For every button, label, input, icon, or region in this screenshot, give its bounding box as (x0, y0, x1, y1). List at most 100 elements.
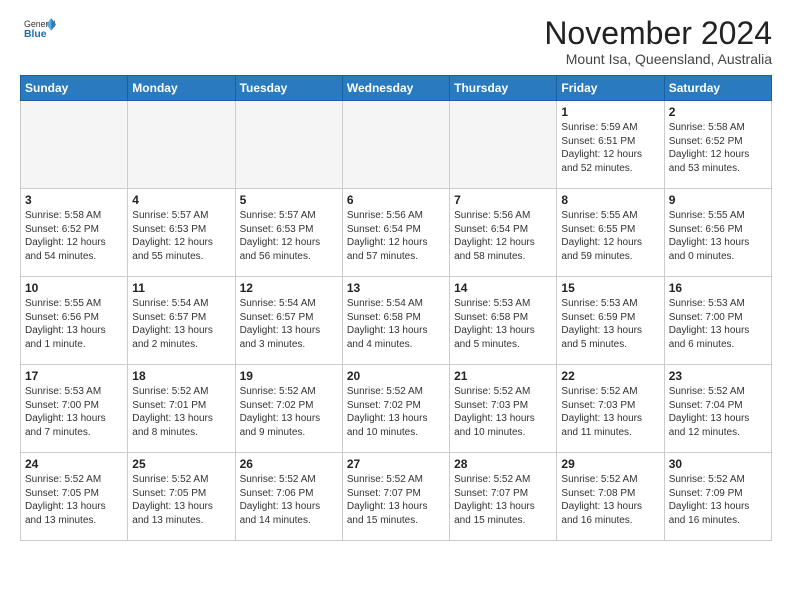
header-saturday: Saturday (664, 76, 771, 101)
calendar-week-row: 1 Sunrise: 5:59 AMSunset: 6:51 PMDaylight… (21, 101, 772, 189)
day-number: 9 (669, 193, 767, 207)
table-row: 8Sunrise: 5:55 AMSunset: 6:55 PMDaylight… (557, 189, 664, 277)
day-number: 22 (561, 369, 659, 383)
day-info: Sunrise: 5:57 AMSunset: 6:53 PMDaylight:… (240, 209, 338, 263)
table-row: 22 Sunrise: 5:52 AMSunset: 7:03 PMDayligh… (557, 365, 664, 453)
day-number: 27 (347, 457, 445, 471)
day-info: Sunrise: 5:52 AMSunset: 7:08 PMDaylight:… (561, 473, 659, 527)
calendar-subtitle: Mount Isa, Queensland, Australia (544, 51, 772, 67)
day-info: Sunrise: 5:53 AMSunset: 6:58 PMDaylight:… (454, 297, 552, 351)
header-monday: Monday (128, 76, 235, 101)
day-number: 29 (561, 457, 659, 471)
table-row: 21Sunrise: 5:52 AMSunset: 7:03 PMDayligh… (450, 365, 557, 453)
day-number: 13 (347, 281, 445, 295)
day-info: Sunrise: 5:58 AMSunset: 6:52 PMDaylight:… (669, 121, 767, 175)
day-number: 11 (132, 281, 230, 295)
table-row: 16 Sunrise: 5:53 AMSunset: 7:00 PMDayligh… (664, 277, 771, 365)
table-row: 1 Sunrise: 5:59 AMSunset: 6:51 PMDaylight… (557, 101, 664, 189)
table-row: 15 Sunrise: 5:53 AMSunset: 6:59 PMDayligh… (557, 277, 664, 365)
day-number: 14 (454, 281, 552, 295)
day-info: Sunrise: 5:52 AMSunset: 7:07 PMDaylight:… (454, 473, 552, 527)
weekday-header-row: Sunday Monday Tuesday Wednesday Thursday… (21, 76, 772, 101)
day-number: 4 (132, 193, 230, 207)
header-tuesday: Tuesday (235, 76, 342, 101)
day-number: 10 (25, 281, 123, 295)
table-row (450, 101, 557, 189)
day-info: Sunrise: 5:58 AMSunset: 6:52 PMDaylight:… (25, 209, 123, 263)
table-row: 9 Sunrise: 5:55 AMSunset: 6:56 PMDaylight… (664, 189, 771, 277)
table-row: 29 Sunrise: 5:52 AMSunset: 7:08 PMDayligh… (557, 453, 664, 541)
table-row (21, 101, 128, 189)
day-info: Sunrise: 5:55 AMSunset: 6:55 PMDaylight:… (561, 209, 659, 263)
logo-icon: General Blue (24, 16, 56, 44)
title-block: November 2024 Mount Isa, Queensland, Aus… (544, 16, 772, 67)
table-row: 18 Sunrise: 5:52 AMSunset: 7:01 PMDayligh… (128, 365, 235, 453)
day-info: Sunrise: 5:52 AMSunset: 7:02 PMDaylight:… (240, 385, 338, 439)
svg-text:Blue: Blue (24, 29, 47, 40)
day-info: Sunrise: 5:52 AMSunset: 7:05 PMDaylight:… (132, 473, 230, 527)
day-info: Sunrise: 5:52 AMSunset: 7:03 PMDaylight:… (561, 385, 659, 439)
table-row (342, 101, 449, 189)
day-info: Sunrise: 5:54 AMSunset: 6:58 PMDaylight:… (347, 297, 445, 351)
day-number: 6 (347, 193, 445, 207)
day-info: Sunrise: 5:52 AMSunset: 7:04 PMDaylight:… (669, 385, 767, 439)
day-number: 25 (132, 457, 230, 471)
day-info: Sunrise: 5:52 AMSunset: 7:07 PMDaylight:… (347, 473, 445, 527)
day-number: 24 (25, 457, 123, 471)
table-row: 10 Sunrise: 5:55 AMSunset: 6:56 PMDayligh… (21, 277, 128, 365)
day-number: 18 (132, 369, 230, 383)
day-info: Sunrise: 5:53 AMSunset: 7:00 PMDaylight:… (669, 297, 767, 351)
day-number: 28 (454, 457, 552, 471)
day-info: Sunrise: 5:52 AMSunset: 7:02 PMDaylight:… (347, 385, 445, 439)
table-row: 26Sunrise: 5:52 AMSunset: 7:06 PMDayligh… (235, 453, 342, 541)
table-row: 14 Sunrise: 5:53 AMSunset: 6:58 PMDayligh… (450, 277, 557, 365)
day-number: 20 (347, 369, 445, 383)
table-row: 13 Sunrise: 5:54 AMSunset: 6:58 PMDayligh… (342, 277, 449, 365)
table-row: 2Sunrise: 5:58 AMSunset: 6:52 PMDaylight… (664, 101, 771, 189)
day-number: 1 (561, 105, 659, 119)
day-info: Sunrise: 5:52 AMSunset: 7:01 PMDaylight:… (132, 385, 230, 439)
day-number: 16 (669, 281, 767, 295)
table-row: 3 Sunrise: 5:58 AMSunset: 6:52 PMDaylight… (21, 189, 128, 277)
day-number: 12 (240, 281, 338, 295)
header-wednesday: Wednesday (342, 76, 449, 101)
header: General Blue November 2024 Mount Isa, Qu… (20, 16, 772, 67)
day-info: Sunrise: 5:55 AMSunset: 6:56 PMDaylight:… (25, 297, 123, 351)
table-row: 4 Sunrise: 5:57 AMSunset: 6:53 PMDaylight… (128, 189, 235, 277)
table-row: 11 Sunrise: 5:54 AMSunset: 6:57 PMDayligh… (128, 277, 235, 365)
day-info: Sunrise: 5:57 AMSunset: 6:53 PMDaylight:… (132, 209, 230, 263)
table-row: 23 Sunrise: 5:52 AMSunset: 7:04 PMDayligh… (664, 365, 771, 453)
table-row: 25 Sunrise: 5:52 AMSunset: 7:05 PMDayligh… (128, 453, 235, 541)
day-number: 17 (25, 369, 123, 383)
day-info: Sunrise: 5:54 AMSunset: 6:57 PMDaylight:… (132, 297, 230, 351)
day-number: 15 (561, 281, 659, 295)
header-sunday: Sunday (21, 76, 128, 101)
table-row: 5 Sunrise: 5:57 AMSunset: 6:53 PMDaylight… (235, 189, 342, 277)
day-number: 23 (669, 369, 767, 383)
table-row: 12 Sunrise: 5:54 AMSunset: 6:57 PMDayligh… (235, 277, 342, 365)
day-number: 26 (240, 457, 338, 471)
day-info: Sunrise: 5:52 AMSunset: 7:03 PMDaylight:… (454, 385, 552, 439)
table-row (235, 101, 342, 189)
calendar-week-row: 3 Sunrise: 5:58 AMSunset: 6:52 PMDaylight… (21, 189, 772, 277)
day-number: 7 (454, 193, 552, 207)
table-row: 30 Sunrise: 5:52 AMSunset: 7:09 PMDayligh… (664, 453, 771, 541)
day-number: 5 (240, 193, 338, 207)
day-info: Sunrise: 5:53 AMSunset: 7:00 PMDaylight:… (25, 385, 123, 439)
day-info: Sunrise: 5:52 AMSunset: 7:09 PMDaylight:… (669, 473, 767, 527)
day-info: Sunrise: 5:55 AMSunset: 6:56 PMDaylight:… (669, 209, 767, 263)
table-row: 7Sunrise: 5:56 AMSunset: 6:54 PMDaylight… (450, 189, 557, 277)
header-thursday: Thursday (450, 76, 557, 101)
day-info: Sunrise: 5:56 AMSunset: 6:54 PMDaylight:… (347, 209, 445, 263)
day-number: 3 (25, 193, 123, 207)
table-row (128, 101, 235, 189)
table-row: 19Sunrise: 5:52 AMSunset: 7:02 PMDayligh… (235, 365, 342, 453)
day-info: Sunrise: 5:59 AMSunset: 6:51 PMDaylight:… (561, 121, 659, 175)
table-row: 6 Sunrise: 5:56 AMSunset: 6:54 PMDaylight… (342, 189, 449, 277)
day-number: 30 (669, 457, 767, 471)
calendar-table: Sunday Monday Tuesday Wednesday Thursday… (20, 75, 772, 541)
calendar-week-row: 24 Sunrise: 5:52 AMSunset: 7:05 PMDayligh… (21, 453, 772, 541)
header-friday: Friday (557, 76, 664, 101)
day-info: Sunrise: 5:53 AMSunset: 6:59 PMDaylight:… (561, 297, 659, 351)
day-info: Sunrise: 5:54 AMSunset: 6:57 PMDaylight:… (240, 297, 338, 351)
